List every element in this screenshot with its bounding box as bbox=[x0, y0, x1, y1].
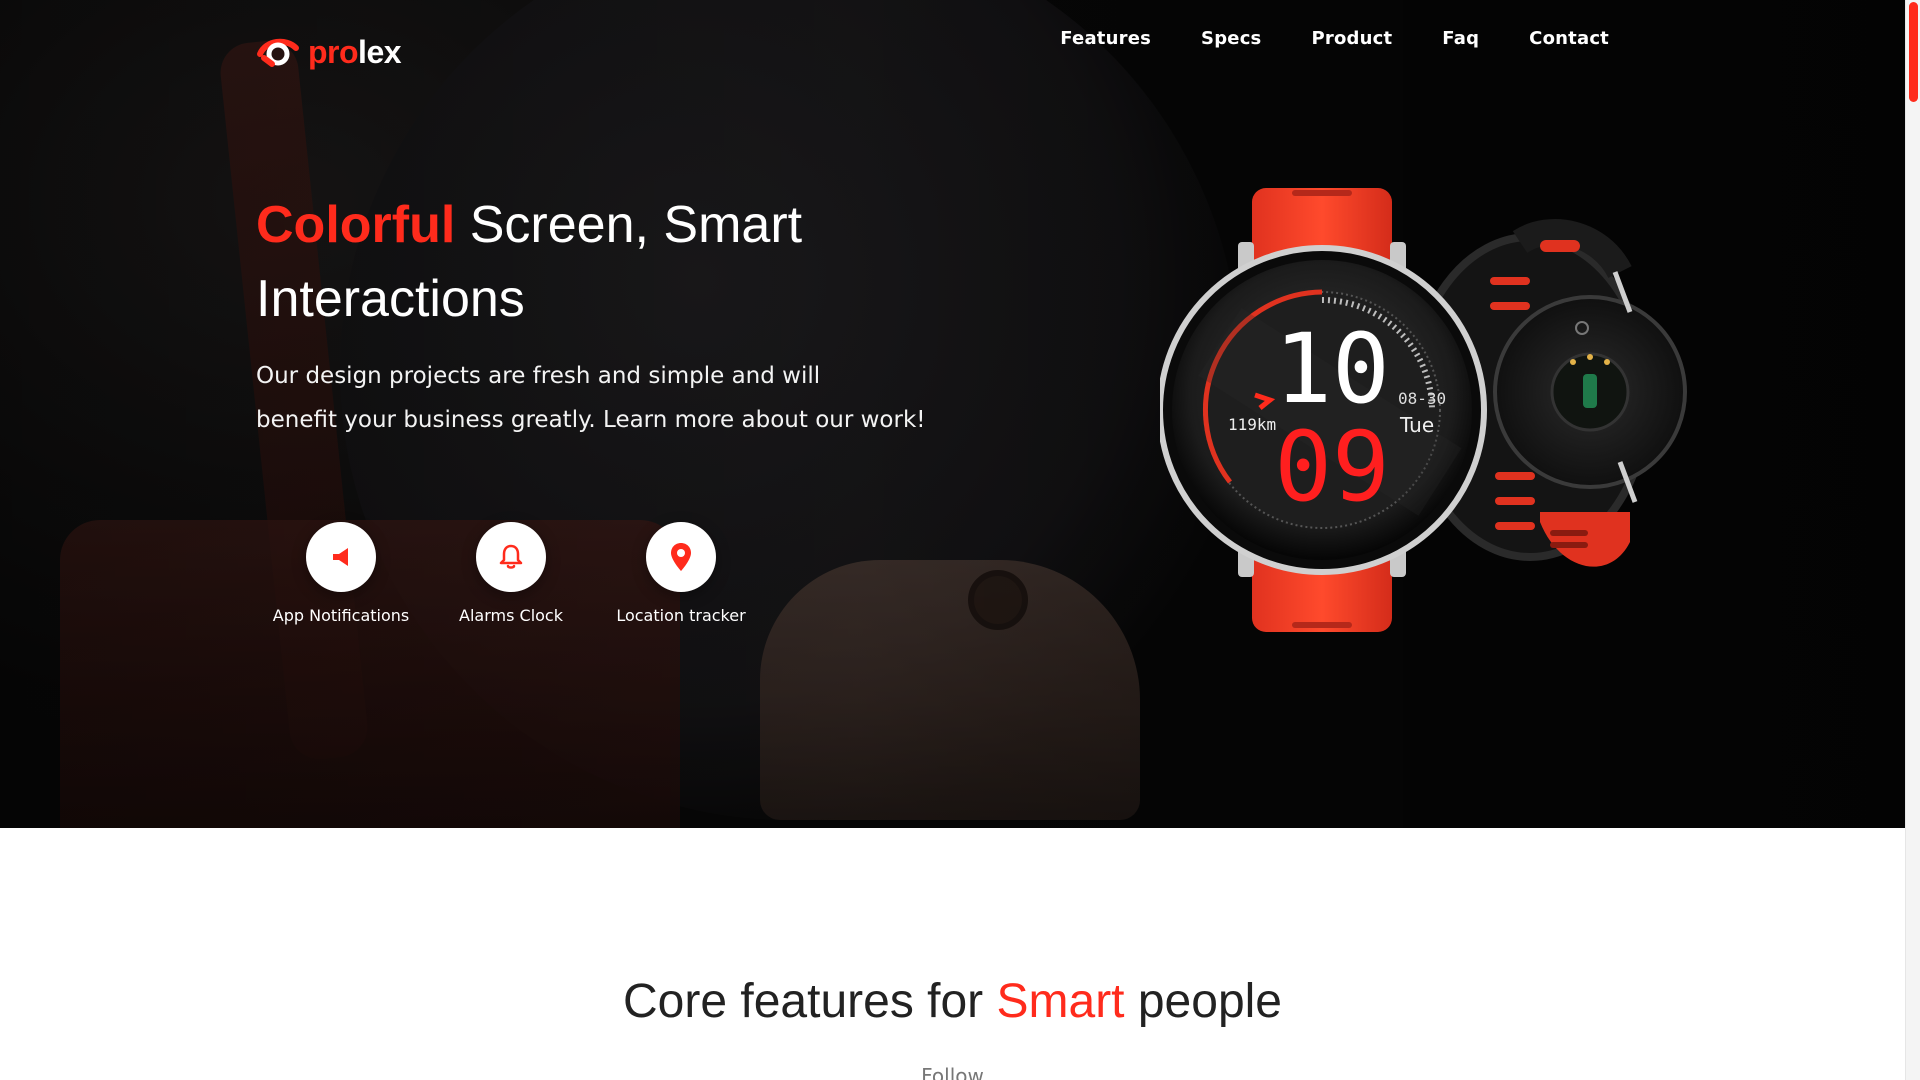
feature-location-tracker[interactable]: Location tracker bbox=[596, 522, 766, 625]
megaphone-icon bbox=[306, 522, 376, 592]
scrollbar-thumb[interactable] bbox=[1909, 2, 1918, 102]
brand-wordmark: prolex bbox=[308, 33, 402, 70]
hero-title-line2: Interactions bbox=[256, 270, 525, 328]
hero-subtitle: Our design projects are fresh and simple… bbox=[256, 354, 956, 442]
location-pin-icon bbox=[646, 522, 716, 592]
hero-title: Colorful Screen, Smart Interactions bbox=[256, 188, 956, 336]
smartwatch-product-image: 10 09 08-30 Tue 119km bbox=[1157, 182, 1730, 642]
nav-link-features[interactable]: Features bbox=[1060, 28, 1151, 49]
core-features-subtitle: Follow bbox=[921, 1064, 984, 1080]
core-features-title: Core features for Smart people bbox=[0, 974, 1905, 1029]
brand-logo[interactable]: prolex bbox=[256, 32, 402, 72]
logo-swoosh-icon bbox=[257, 38, 299, 67]
feature-label: Location tracker bbox=[616, 606, 746, 625]
nav-link-faq[interactable]: Faq bbox=[1442, 28, 1479, 49]
watch-date: 08-30 bbox=[1398, 389, 1446, 408]
nav-link-specs[interactable]: Specs bbox=[1201, 28, 1261, 49]
watch-day: Tue bbox=[1399, 413, 1434, 437]
core-title-after: people bbox=[1124, 975, 1282, 1028]
core-title-before: Core features for bbox=[623, 975, 997, 1028]
watch-hour: 10 bbox=[1274, 313, 1390, 425]
hero-feature-list: App Notifications Alarms Clock Location … bbox=[256, 522, 766, 625]
main-nav: Features Specs Product Faq Contact bbox=[1060, 28, 1609, 49]
feature-alarms-clock[interactable]: Alarms Clock bbox=[426, 522, 596, 625]
feature-label: App Notifications bbox=[272, 606, 410, 625]
hero-title-accent: Colorful bbox=[256, 196, 456, 254]
nav-link-contact[interactable]: Contact bbox=[1529, 28, 1609, 49]
bell-icon bbox=[476, 522, 546, 592]
hero-title-line1: Screen, Smart bbox=[455, 196, 803, 254]
hero-section: prolex Features Specs Product Faq Contac… bbox=[0, 0, 1905, 828]
page-scrollbar[interactable] bbox=[1905, 0, 1920, 1080]
watch-distance: 119km bbox=[1228, 415, 1276, 434]
nav-link-product[interactable]: Product bbox=[1311, 28, 1392, 49]
feature-label: Alarms Clock bbox=[459, 606, 563, 625]
watch-minute: 09 bbox=[1274, 411, 1390, 523]
hero-subtitle-line2: benefit your business greatly. Learn mor… bbox=[256, 407, 926, 433]
feature-app-notifications[interactable]: App Notifications bbox=[256, 522, 426, 625]
core-title-accent: Smart bbox=[996, 975, 1125, 1028]
hero-subtitle-line1: Our design projects are fresh and simple… bbox=[256, 363, 821, 389]
